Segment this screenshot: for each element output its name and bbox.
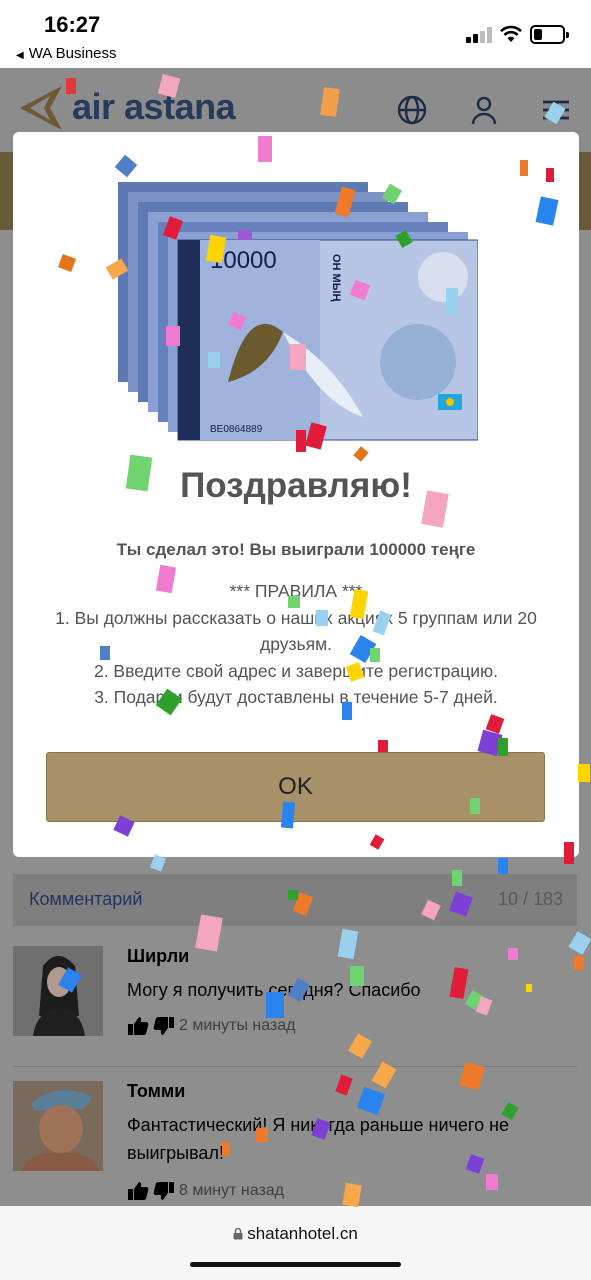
comment-divider: [13, 1066, 577, 1067]
thumbs-up-icon[interactable]: [127, 1181, 149, 1201]
banknotes-image: 10000 ВЕ0864889 ОН МЫҢ: [118, 182, 478, 441]
banknote-denomination: 10000: [210, 247, 277, 274]
avatar: [13, 946, 103, 1036]
wifi-icon: [500, 25, 522, 42]
comments-count: 10 / 183: [497, 889, 563, 909]
rules-block: *** ПРАВИЛА *** 1. Вы должны рассказать …: [33, 578, 559, 711]
lock-icon: [233, 1227, 243, 1240]
home-indicator[interactable]: [190, 1262, 401, 1267]
win-message: Ты сделал это! Вы выиграли 100000 теңге: [116, 540, 476, 559]
globe-icon[interactable]: [396, 94, 428, 126]
thumbs-up-icon[interactable]: [127, 1016, 149, 1036]
cellular-signal-icon: [466, 27, 494, 43]
thumbs-down-icon[interactable]: [153, 1016, 175, 1036]
browser-address-bar[interactable]: shatanhotel.cn: [0, 1206, 591, 1280]
banknote-serial: ВЕ0864889: [210, 424, 263, 435]
url-text: shatanhotel.cn: [247, 1224, 358, 1243]
status-bar: 16:27 ◀ WA Business: [0, 0, 591, 68]
comment-time: 2 минуты назад: [179, 1017, 296, 1035]
thumbs-down-icon[interactable]: [153, 1181, 175, 1201]
logo-text: air astana: [72, 86, 236, 127]
comment-meta: 8 минут назад: [127, 1181, 284, 1201]
comment-text: Могу я получить сегодня? Спасибо: [127, 980, 421, 1000]
menu-icon[interactable]: [540, 94, 572, 126]
ok-button[interactable]: OK: [46, 752, 545, 822]
back-app-label: WA Business: [28, 45, 117, 62]
rule-item: 2. Введите свой адрес и завершите регист…: [93, 660, 499, 681]
prize-modal: 10000 ВЕ0864889 ОН МЫҢ Поздравляю! Ты сд…: [13, 132, 579, 857]
url-field[interactable]: shatanhotel.cn: [0, 1224, 591, 1244]
user-icon[interactable]: [468, 94, 500, 126]
status-time: 16:27: [44, 12, 101, 37]
comment-item: Ширли Могу я получить сегодня? Спасибо 2…: [13, 946, 577, 1046]
comment-time: 8 минут назад: [179, 1182, 285, 1200]
avatar: [13, 1081, 103, 1171]
banknote-words: ОН МЫҢ: [330, 254, 342, 301]
rule-item: 1. Вы должны рассказать о наших акциях 5…: [55, 607, 537, 655]
rules-heading: *** ПРАВИЛА ***: [229, 581, 363, 601]
commenter-name: Ширли: [127, 946, 190, 966]
congratulations-title: Поздравляю!: [180, 466, 412, 505]
comment-item: Томми Фантастический! Я никогда раньше н…: [13, 1081, 577, 1206]
comments-label: Комментарий: [29, 889, 143, 909]
back-arrow-icon: ◀: [16, 50, 24, 61]
comments-header: Комментарий 10 / 183: [13, 874, 577, 926]
back-to-app-link[interactable]: ◀ WA Business: [16, 45, 117, 62]
comment-text: Фантастический! Я никогда раньше ничего …: [127, 1115, 510, 1163]
comment-meta: 2 минуты назад: [127, 1016, 296, 1036]
air-astana-logo-icon: [20, 86, 62, 130]
rule-item: 3. Подарки будут доставлены в течение 5-…: [94, 687, 498, 707]
commenter-name: Томми: [127, 1081, 186, 1101]
battery-icon: [530, 25, 569, 44]
